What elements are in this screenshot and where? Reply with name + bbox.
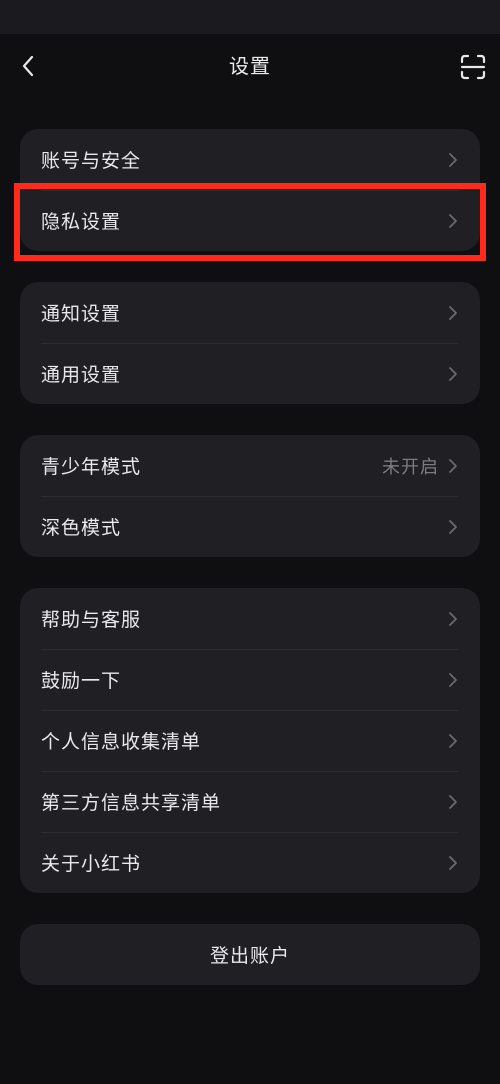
settings-item-label: 青少年模式 bbox=[41, 456, 142, 478]
chevron-right-icon bbox=[447, 518, 459, 536]
teen-mode-status: 未开启 bbox=[382, 456, 439, 478]
scan-icon bbox=[460, 54, 486, 80]
settings-item-third-party-sharing[interactable]: 第三方信息共享清单 bbox=[20, 771, 480, 832]
settings-item-label: 关于小红书 bbox=[41, 853, 142, 875]
settings-item-general[interactable]: 通用设置 bbox=[20, 343, 480, 404]
settings-group-help: 帮助与客服 鼓励一下 个人信息收集清单 第三方信息共享清单 关于小红书 bbox=[20, 588, 480, 893]
nav-bar: 设置 bbox=[0, 34, 500, 98]
settings-group-general: 通知设置 通用设置 bbox=[20, 282, 480, 404]
settings-item-help[interactable]: 帮助与客服 bbox=[20, 588, 480, 649]
chevron-right-icon bbox=[447, 151, 459, 169]
settings-item-label: 通知设置 bbox=[41, 303, 122, 325]
settings-item-notifications[interactable]: 通知设置 bbox=[20, 282, 480, 343]
chevron-right-icon bbox=[447, 854, 459, 872]
chevron-right-icon bbox=[447, 304, 459, 322]
chevron-right-icon bbox=[447, 732, 459, 750]
chevron-right-icon bbox=[447, 457, 459, 475]
settings-item-label: 个人信息收集清单 bbox=[41, 731, 202, 753]
settings-group-account: 账号与安全 隐私设置 bbox=[20, 129, 480, 251]
logout-button[interactable]: 登出账户 bbox=[20, 924, 480, 985]
settings-item-label: 鼓励一下 bbox=[41, 670, 122, 692]
settings-item-account-security[interactable]: 账号与安全 bbox=[20, 129, 480, 190]
chevron-right-icon bbox=[447, 671, 459, 689]
settings-item-dark-mode[interactable]: 深色模式 bbox=[20, 496, 480, 557]
settings-item-label: 隐私设置 bbox=[41, 211, 122, 233]
settings-item-about[interactable]: 关于小红书 bbox=[20, 832, 480, 893]
chevron-right-icon bbox=[447, 610, 459, 628]
settings-item-privacy[interactable]: 隐私设置 bbox=[20, 190, 480, 251]
settings-item-label: 第三方信息共享清单 bbox=[41, 792, 222, 814]
settings-group-modes: 青少年模式 未开启 深色模式 bbox=[20, 435, 480, 557]
settings-item-label: 帮助与客服 bbox=[41, 609, 142, 631]
settings-item-label: 通用设置 bbox=[41, 364, 122, 386]
chevron-right-icon bbox=[447, 212, 459, 230]
chevron-right-icon bbox=[447, 793, 459, 811]
settings-item-teen-mode[interactable]: 青少年模式 未开启 bbox=[20, 435, 480, 496]
settings-item-label: 账号与安全 bbox=[41, 150, 142, 172]
settings-item-label: 深色模式 bbox=[41, 517, 122, 539]
settings-item-encourage[interactable]: 鼓励一下 bbox=[20, 649, 480, 710]
scan-button[interactable] bbox=[454, 48, 492, 86]
settings-item-personal-info-list[interactable]: 个人信息收集清单 bbox=[20, 710, 480, 771]
status-bar bbox=[0, 0, 500, 34]
page-title: 设置 bbox=[229, 54, 271, 78]
chevron-right-icon bbox=[447, 365, 459, 383]
